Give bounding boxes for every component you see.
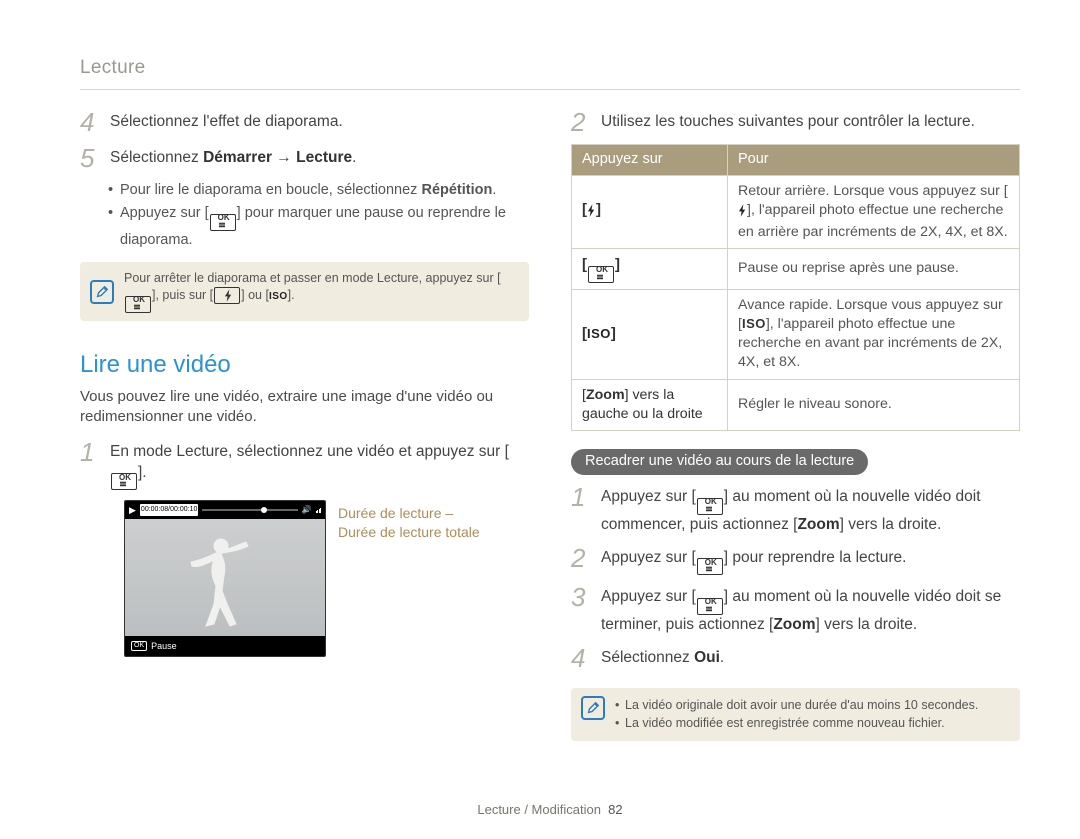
table-row: [] Retour arrière. Lorsque vous appuyez … xyxy=(572,175,1020,249)
video-topbar: ▶ 00:00:08/00:00:10 🔊 xyxy=(125,501,325,519)
video-frame: ▶ 00:00:08/00:00:10 🔊 OK xyxy=(124,500,326,657)
left-step-4: 4 Sélectionnez l'effet de diaporama. xyxy=(80,108,529,137)
pencil-note-icon xyxy=(90,280,114,304)
step-text: Sélectionnez Oui. xyxy=(601,644,724,669)
iso-icon: ISO xyxy=(587,326,611,341)
step-text: Appuyez sur [OK] pour reprendre la lectu… xyxy=(601,544,906,576)
step-text: Utilisez les touches suivantes pour cont… xyxy=(601,108,975,133)
page-footer: Lecture / Modification 82 xyxy=(80,801,1020,819)
step-number: 1 xyxy=(80,438,110,467)
controls-table: Appuyez sur Pour [] Retour arrière. Lors… xyxy=(571,144,1020,431)
bullet-item: Pour lire le diaporama en boucle, sélect… xyxy=(108,181,529,201)
bullet-item: Appuyez sur [OK] pour marquer une pause … xyxy=(108,204,529,250)
ok-menu-key-icon: OK xyxy=(125,296,151,313)
step-text: Sélectionnez Démarrer → Lecture. xyxy=(110,144,356,169)
table-row: [ISO] Avance rapide. Lorsque vous appuye… xyxy=(572,289,1020,379)
left-video-step-1: 1 En mode Lecture, sélectionnez une vidé… xyxy=(80,438,529,490)
note-list: La vidéo originale doit avoir une durée … xyxy=(615,696,978,733)
time-display: 00:00:08/00:00:10 xyxy=(140,504,198,515)
ok-menu-key-icon: OK xyxy=(697,598,723,615)
step-text: En mode Lecture, sélectionnez une vidéo … xyxy=(110,438,529,490)
ok-menu-key-icon: OK xyxy=(697,558,723,575)
step-text: Appuyez sur [OK] au moment où la nouvell… xyxy=(601,583,1020,635)
volume-bars-icon xyxy=(316,508,322,513)
subsection-pill: Recadrer une vidéo au cours de la lectur… xyxy=(571,449,868,476)
right-substep-3: 3 Appuyez sur [OK] au moment où la nouve… xyxy=(571,583,1020,635)
note-box: La vidéo originale doit avoir une durée … xyxy=(571,688,1020,741)
step-number: 5 xyxy=(80,144,110,173)
step-number: 4 xyxy=(80,108,110,137)
table-row: [OK] Pause ou reprise après une pause. xyxy=(572,249,1020,290)
iso-icon: ISO xyxy=(269,291,288,302)
flash-key-icon xyxy=(214,287,240,304)
ok-menu-key-icon: OK xyxy=(588,266,614,283)
video-thumbnail: ▶ 00:00:08/00:00:10 🔊 OK xyxy=(124,500,529,657)
section-header: Lecture xyxy=(80,55,1020,81)
divider xyxy=(80,89,1020,90)
section-description: Vous pouvez lire une vidéo, extraire une… xyxy=(80,387,529,428)
ok-menu-key-icon: OK xyxy=(210,214,236,231)
video-bottombar: OK Pause xyxy=(125,636,325,656)
step-text: Appuyez sur [OK] au moment où la nouvell… xyxy=(601,483,1020,535)
step-text: Sélectionnez l'effet de diaporama. xyxy=(110,108,343,133)
flash-key-icon xyxy=(738,205,747,221)
right-step-2: 2 Utilisez les touches suivantes pour co… xyxy=(571,108,1020,137)
progress-bar xyxy=(202,509,297,511)
note-text: Pour arrêter le diaporama et passer en m… xyxy=(124,270,515,312)
ok-menu-key-icon: OK xyxy=(111,473,137,490)
ok-badge: OK xyxy=(131,641,147,651)
table-row: [Zoom] vers la gauche ou la droite Régle… xyxy=(572,379,1020,430)
iso-icon: ISO xyxy=(742,316,766,331)
note-box: Pour arrêter le diaporama et passer en m… xyxy=(80,262,529,320)
table-header: Pour xyxy=(728,145,1020,176)
dancer-silhouette-icon xyxy=(186,536,256,637)
pause-label: Pause xyxy=(151,640,177,652)
step-number: 4 xyxy=(571,644,601,673)
play-icon: ▶ xyxy=(129,504,136,516)
left-bullets: Pour lire le diaporama en boucle, sélect… xyxy=(108,181,529,251)
note-item: La vidéo originale doit avoir une durée … xyxy=(615,697,978,714)
step-number: 3 xyxy=(571,583,601,612)
right-substep-4: 4 Sélectionnez Oui. xyxy=(571,644,1020,673)
right-substep-1: 1 Appuyez sur [OK] au moment où la nouve… xyxy=(571,483,1020,535)
step-number: 1 xyxy=(571,483,601,512)
section-title: Lire une vidéo xyxy=(80,349,529,381)
table-header: Appuyez sur xyxy=(572,145,728,176)
flash-key-icon xyxy=(587,205,596,221)
note-item: La vidéo modifiée est enregistrée comme … xyxy=(615,715,978,732)
right-substep-2: 2 Appuyez sur [OK] pour reprendre la lec… xyxy=(571,544,1020,576)
ok-menu-key-icon: OK xyxy=(697,498,723,515)
speaker-icon: 🔊 xyxy=(302,505,312,516)
step-number: 2 xyxy=(571,108,601,137)
left-step-5: 5 Sélectionnez Démarrer → Lecture. xyxy=(80,144,529,173)
step-number: 2 xyxy=(571,544,601,573)
pencil-note-icon xyxy=(581,696,605,720)
thumbnail-caption: Durée de lecture – Durée de lecture tota… xyxy=(338,500,480,657)
